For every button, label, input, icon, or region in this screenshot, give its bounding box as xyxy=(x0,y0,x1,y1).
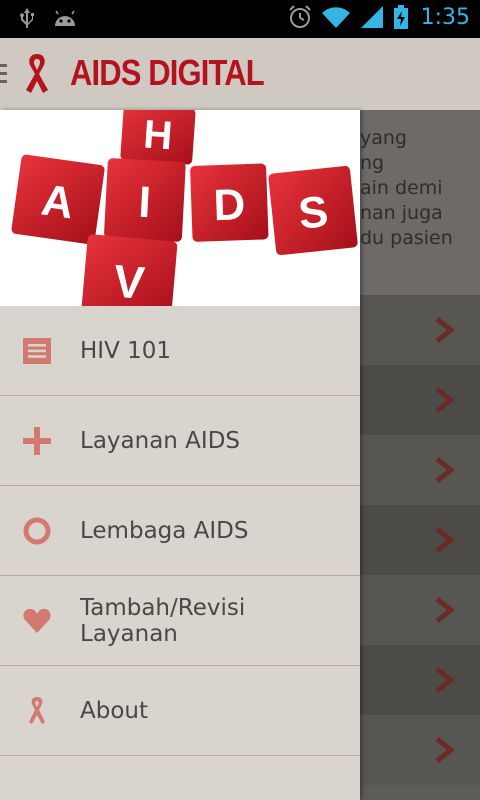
hiv-aids-banner-image: H A I D S V xyxy=(0,110,360,306)
drawer-item-about[interactable]: About xyxy=(0,666,360,756)
usb-icon xyxy=(20,8,34,28)
battery-charging-icon xyxy=(393,5,408,29)
chevron-right-icon xyxy=(435,457,456,483)
drawer-item-label: HIV 101 xyxy=(80,337,172,364)
chevron-right-icon xyxy=(435,737,456,763)
ribbon-icon[interactable] xyxy=(22,52,52,96)
tile-letter: H xyxy=(142,112,174,158)
tile-letter: V xyxy=(111,255,146,306)
status-bar: 1:35 xyxy=(0,0,480,38)
chevron-right-icon xyxy=(435,527,456,553)
action-bar: AIDS DIGITAL xyxy=(0,38,480,111)
drawer-item-layanan-aids[interactable]: Layanan AIDS xyxy=(0,396,360,486)
drawer-item-lembaga-aids[interactable]: Lembaga AIDS xyxy=(0,486,360,576)
drawer-item-hiv-101[interactable]: HIV 101 xyxy=(0,306,360,396)
chevron-right-icon xyxy=(435,597,456,623)
tile-letter: D xyxy=(213,180,246,230)
chevron-right-icon xyxy=(435,387,456,413)
drawer-indicator-icon[interactable] xyxy=(0,64,7,88)
tile-letter: I xyxy=(137,178,152,228)
wifi-icon xyxy=(321,7,350,29)
chevron-right-icon xyxy=(435,667,456,693)
drawer-item-label: Lembaga AIDS xyxy=(80,517,249,544)
hiv-aids-cubes-illustration: H A I D S V xyxy=(11,110,358,306)
drawer-item-label: Layanan AIDS xyxy=(80,427,241,454)
circle-icon xyxy=(23,517,51,545)
intro-text: yang ng ain demi nan juga du pasien xyxy=(360,127,453,249)
android-debug-icon xyxy=(55,10,75,26)
list-icon xyxy=(23,338,51,364)
drawer-item-label: Tambah/Revisi Layanan xyxy=(80,594,246,647)
plus-icon xyxy=(23,427,51,455)
chevron-right-icon xyxy=(435,317,456,343)
drawer-item-label: About xyxy=(80,697,149,724)
signal-icon xyxy=(360,6,383,28)
ribbon-icon xyxy=(29,697,45,724)
app-title: AIDS DIGITAL xyxy=(70,52,265,93)
drawer-item-tambah-revisi-layanan[interactable]: Tambah/Revisi Layanan xyxy=(0,576,360,666)
drawer-menu: HIV 101 Layanan AIDS Lembaga AIDS Tambah… xyxy=(0,306,360,756)
tile-letter: A xyxy=(39,175,77,228)
heart-icon xyxy=(23,608,51,633)
navigation-drawer: H A I D S V HIV 101 Layanan AIDS Lembaga… xyxy=(0,110,360,800)
tile-letter: S xyxy=(296,187,330,239)
clock: 1:35 xyxy=(420,4,470,30)
alarm-icon xyxy=(288,5,311,28)
